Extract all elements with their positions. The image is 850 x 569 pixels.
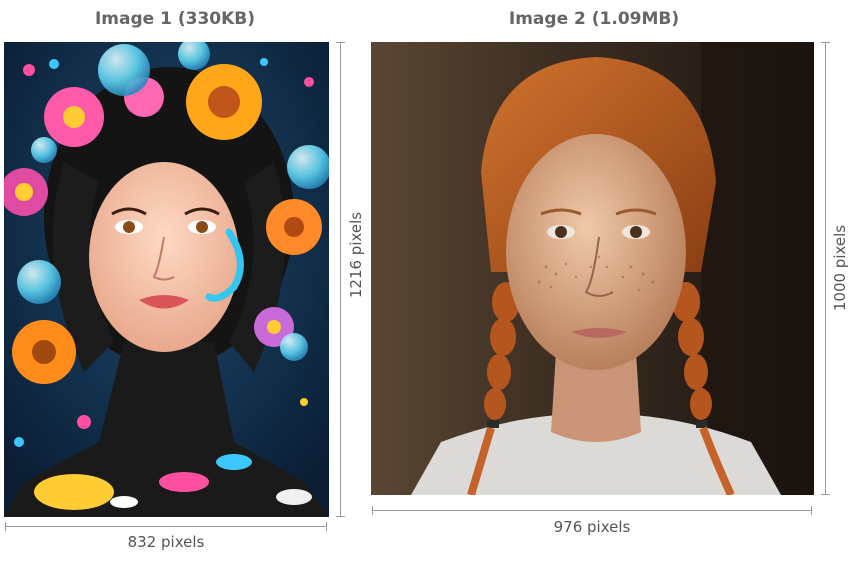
image2-height-label: 1000 pixels xyxy=(831,224,849,312)
image2-height-dimension-line xyxy=(821,42,831,495)
image2-width-dimension-line xyxy=(372,506,812,516)
image1-width-dimension-line xyxy=(5,522,327,532)
image2-photo xyxy=(371,42,814,495)
image1-title: Image 1 (330KB) xyxy=(94,9,256,29)
image1-height-dimension-line xyxy=(336,42,346,517)
image1-photo xyxy=(4,42,329,517)
image1-width-label: 832 pixels xyxy=(127,533,205,551)
image2-title: Image 2 (1.09MB) xyxy=(508,9,680,29)
image1-height-label: 1216 pixels xyxy=(347,211,365,299)
image2-width-label: 976 pixels xyxy=(553,518,631,536)
